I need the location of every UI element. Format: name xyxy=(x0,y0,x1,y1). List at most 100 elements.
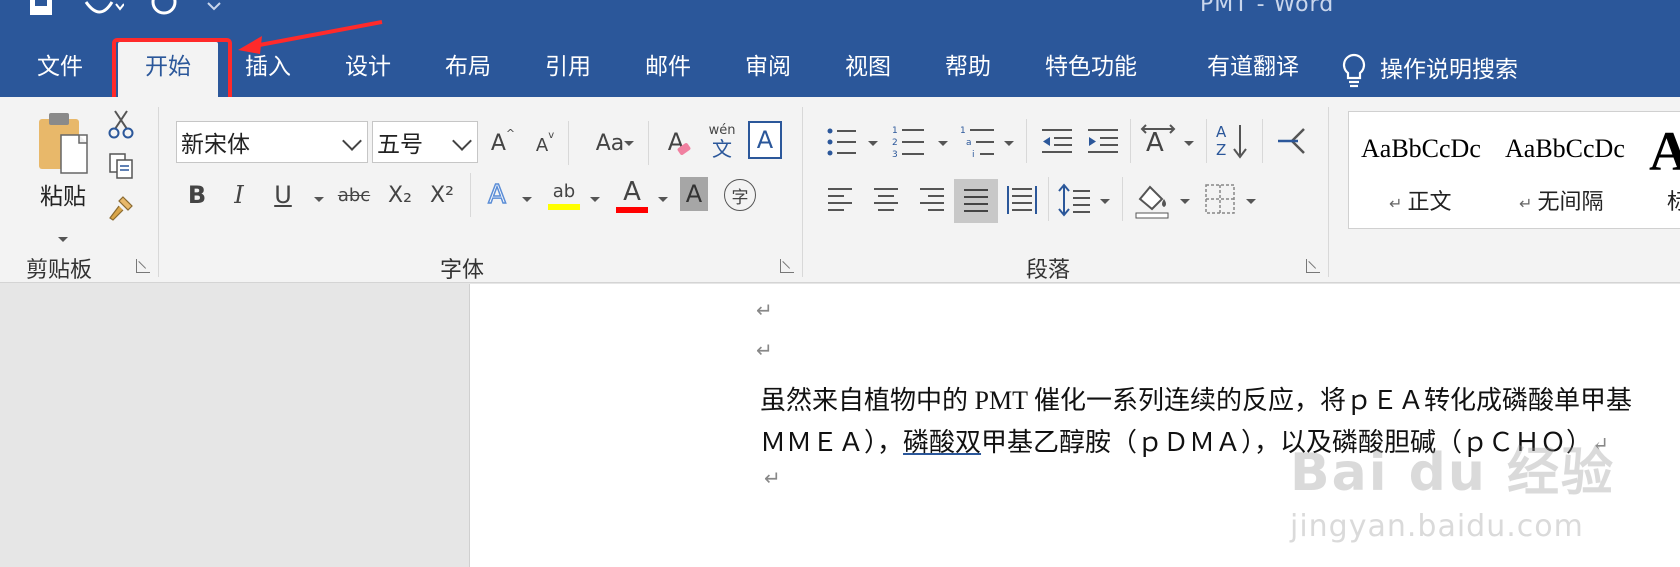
highlight-color-swatch xyxy=(548,204,580,210)
tab-view[interactable]: 视图 xyxy=(830,42,906,97)
decrease-indent-icon[interactable] xyxy=(1040,127,1074,155)
change-case-dropdown-icon[interactable] xyxy=(624,141,634,146)
align-center-icon[interactable] xyxy=(872,187,900,213)
highlight-icon: ab xyxy=(552,181,576,202)
bullets-icon[interactable] xyxy=(826,125,858,159)
text-effects-button[interactable]: A xyxy=(480,175,514,215)
customize-qat-icon[interactable] xyxy=(204,0,224,19)
phonetic-guide-button[interactable]: wén 文 xyxy=(702,119,742,165)
ribbon-tabs: 文件 开始 插入 设计 布局 引用 邮件 审阅 视图 帮助 特色功能 有道翻译 … xyxy=(0,42,1680,97)
align-left-icon[interactable] xyxy=(826,187,854,213)
chevron-down-icon[interactable] xyxy=(452,131,472,151)
character-border-button[interactable]: A xyxy=(748,121,782,159)
style-no-spacing[interactable]: ↵ 无间隔 xyxy=(1519,184,1604,216)
font-size-value: 五号 xyxy=(377,132,423,158)
borders-dropdown-icon[interactable] xyxy=(1246,199,1256,204)
sort-icon[interactable]: AZ xyxy=(1216,121,1250,161)
underline-dropdown-icon[interactable] xyxy=(314,197,324,202)
tell-me-search[interactable]: 操作说明搜索 xyxy=(1340,42,1550,97)
shrink-font-button[interactable]: Av xyxy=(530,127,560,163)
multilevel-list-icon[interactable]: 1ai xyxy=(960,123,996,161)
paste-dropdown-icon[interactable] xyxy=(58,237,68,242)
cut-button[interactable] xyxy=(104,107,138,141)
font-color-button[interactable]: A xyxy=(612,173,652,217)
tab-home[interactable]: 开始 xyxy=(118,42,218,97)
save-icon[interactable] xyxy=(28,0,54,20)
font-name-value: 新宋体 xyxy=(181,132,250,158)
clear-formatting-button[interactable]: A xyxy=(656,121,696,163)
chevron-down-icon[interactable] xyxy=(342,131,362,151)
font-color-swatch xyxy=(616,207,648,213)
body-text-line-2[interactable]: ＭＭＥＡ），磷酸双甲基乙醇胺（ｐＤＭＡ），以及磷酸胆碱（ｐＣＨＯ）↵ xyxy=(760,422,1609,459)
character-shading-button[interactable]: A xyxy=(680,177,708,211)
tab-mailings[interactable]: 邮件 xyxy=(630,42,706,97)
text-effects-dropdown-icon[interactable] xyxy=(522,197,532,202)
shading-icon[interactable] xyxy=(1134,181,1170,219)
bullets-dropdown-icon[interactable] xyxy=(868,141,878,146)
underline-button[interactable]: U xyxy=(266,175,300,215)
title-bar: PMT - Word 文件 开始 插入 设计 布局 引用 邮件 审阅 视图 帮助… xyxy=(0,0,1680,97)
chinese-layout-icon[interactable]: A xyxy=(1140,121,1176,161)
tab-special-features[interactable]: 特色功能 xyxy=(1036,42,1146,97)
svg-text:i: i xyxy=(972,150,975,160)
bold-button[interactable]: B xyxy=(180,175,214,215)
numbering-dropdown-icon[interactable] xyxy=(938,141,948,146)
numbering-icon[interactable]: 1 2 3 xyxy=(892,123,926,161)
character-shading-icon: A xyxy=(685,180,703,208)
multilevel-dropdown-icon[interactable] xyxy=(1004,141,1014,146)
highlight-dropdown-icon[interactable] xyxy=(590,197,600,202)
paste-button[interactable]: 粘贴 xyxy=(28,111,98,242)
subscript-button[interactable]: X₂ xyxy=(382,175,418,215)
tab-insert[interactable]: 插入 xyxy=(230,42,306,97)
undo-icon[interactable] xyxy=(80,0,125,22)
divider xyxy=(1206,119,1207,163)
strikethrough-button[interactable]: abc xyxy=(334,175,374,215)
style-normal-sample[interactable]: AaBbCcDc xyxy=(1361,134,1481,164)
increase-indent-icon[interactable] xyxy=(1086,127,1120,155)
enclose-characters-icon: 字 xyxy=(731,187,749,208)
paragraph-mark: ↵ xyxy=(764,466,781,490)
grow-font-button[interactable]: A ^ xyxy=(486,123,520,163)
line-spacing-dropdown-icon[interactable] xyxy=(1100,199,1110,204)
spellcheck-underlined-text[interactable]: 磷酸双 xyxy=(903,428,981,457)
format-painter-button[interactable] xyxy=(104,191,138,225)
line-spacing-icon[interactable] xyxy=(1058,183,1092,217)
paragraph-launcher-icon[interactable] xyxy=(1306,259,1320,273)
font-size-combo[interactable]: 五号 xyxy=(372,121,478,163)
superscript-button[interactable]: X² xyxy=(424,175,460,215)
show-hide-marks-icon[interactable] xyxy=(1274,125,1308,157)
tab-review[interactable]: 审阅 xyxy=(730,42,806,97)
tab-design[interactable]: 设计 xyxy=(330,42,406,97)
font-color-dropdown-icon[interactable] xyxy=(658,197,668,202)
tab-help[interactable]: 帮助 xyxy=(930,42,1006,97)
font-launcher-icon[interactable] xyxy=(780,259,794,273)
tab-youdao-translate[interactable]: 有道翻译 xyxy=(1186,42,1320,97)
copy-button[interactable] xyxy=(104,149,138,183)
word-window: PMT - Word 文件 开始 插入 设计 布局 引用 邮件 审阅 视图 帮助… xyxy=(0,0,1680,567)
font-name-combo[interactable]: 新宋体 xyxy=(176,121,368,163)
tab-file[interactable]: 文件 xyxy=(22,42,98,97)
svg-text:Z: Z xyxy=(1216,141,1226,159)
distributed-icon[interactable] xyxy=(1006,185,1038,215)
redo-icon[interactable] xyxy=(150,0,178,22)
enclose-characters-button[interactable]: 字 xyxy=(724,179,756,211)
style-no-spacing-sample[interactable]: AaBbCcDc xyxy=(1505,134,1625,164)
chinese-layout-dropdown-icon[interactable] xyxy=(1184,141,1194,146)
borders-icon[interactable] xyxy=(1204,183,1236,215)
phonetic-guide-pinyin: wén xyxy=(708,123,736,138)
clipboard-launcher-icon[interactable] xyxy=(136,259,150,273)
style-normal[interactable]: ↵ 正文 xyxy=(1389,184,1452,216)
document-page[interactable]: ↵ ↵ 虽然来自植物中的 PMT 催化一系列连续的反应，将ｐＥＡ转化成磷酸单甲基… xyxy=(469,284,1680,567)
tab-references[interactable]: 引用 xyxy=(530,42,606,97)
paragraph-mark: ↵ xyxy=(756,338,773,362)
style-heading[interactable]: 标 xyxy=(1667,184,1680,216)
body-text-line-1[interactable]: 虽然来自植物中的 PMT 催化一系列连续的反应，将ｐＥＡ转化成磷酸单甲基 xyxy=(760,380,1632,417)
justify-button[interactable] xyxy=(954,179,998,223)
shading-dropdown-icon[interactable] xyxy=(1180,199,1190,204)
tab-layout[interactable]: 布局 xyxy=(430,42,506,97)
align-right-icon[interactable] xyxy=(918,187,946,213)
highlight-color-button[interactable]: ab xyxy=(544,173,584,217)
style-heading-sample[interactable]: A xyxy=(1649,120,1680,184)
italic-button[interactable]: I xyxy=(222,175,256,215)
window-title: PMT - Word xyxy=(1200,0,1335,17)
